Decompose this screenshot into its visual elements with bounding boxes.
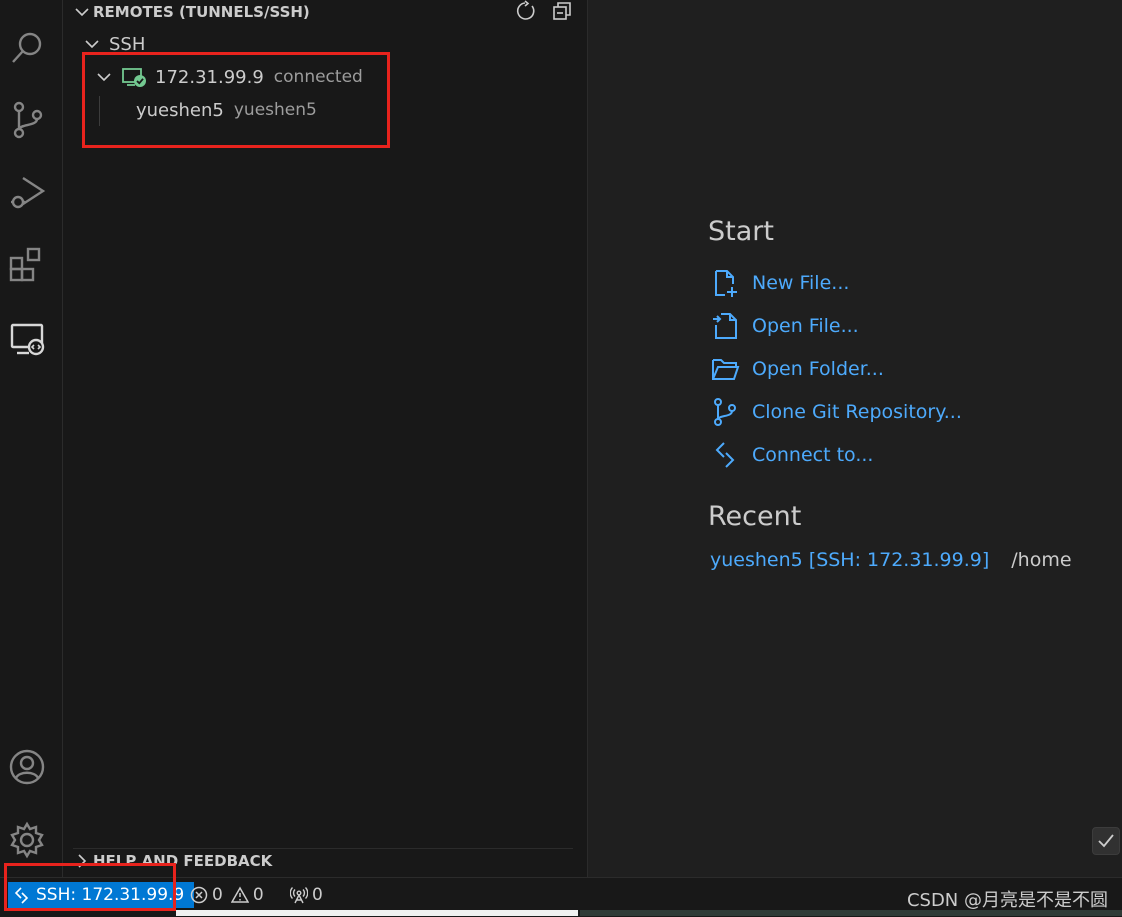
- chevron-down-icon: [75, 8, 89, 17]
- show-welcome-checkbox[interactable]: [1092, 827, 1120, 855]
- run-debug-icon[interactable]: [5, 170, 49, 214]
- connect-to-label: Connect to...: [752, 444, 874, 466]
- activity-bar: [0, 0, 63, 877]
- ssh-host-row[interactable]: 172.31.99.9 connected: [95, 61, 363, 93]
- chevron-right-icon: [78, 854, 87, 868]
- section-actions: [515, 0, 573, 22]
- ports-indicator[interactable]: 0: [290, 882, 323, 908]
- background-window-strip-dark: [580, 910, 1122, 916]
- source-control-icon: [714, 398, 736, 426]
- check-icon: [1098, 834, 1114, 848]
- folder-path: yueshen5: [233, 100, 317, 120]
- ports-count: 0: [312, 885, 323, 905]
- refresh-icon[interactable]: [515, 0, 537, 22]
- recent-heading: Recent: [708, 501, 802, 532]
- section-title: REMOTES (TUNNELS/SSH): [93, 3, 310, 21]
- problems-indicator[interactable]: 0 0: [190, 882, 264, 908]
- connect-to-link[interactable]: Connect to...: [710, 438, 873, 472]
- account-icon[interactable]: [5, 745, 49, 789]
- remote-icon: [715, 442, 735, 468]
- open-folder-link[interactable]: Open Folder...: [710, 352, 884, 386]
- new-file-link[interactable]: New File...: [710, 266, 849, 300]
- remote-label: SSH: 172.31.99.9: [36, 885, 185, 905]
- open-folder-icon: [712, 359, 740, 380]
- help-section-title: HELP AND FEEDBACK: [93, 852, 273, 870]
- recent-item: yueshen5 [SSH: 172.31.99.9] /home: [710, 549, 1072, 571]
- remote-explorer-icon[interactable]: [5, 316, 49, 360]
- manage-gear-icon[interactable]: [5, 818, 49, 862]
- open-file-link[interactable]: Open File...: [710, 309, 859, 343]
- help-section-header[interactable]: HELP AND FEEDBACK: [73, 848, 573, 873]
- warning-icon: [230, 886, 249, 903]
- remote-folder-row[interactable]: yueshen5 yueshen5: [136, 94, 317, 126]
- ssh-group-label: SSH: [109, 33, 146, 55]
- source-control-icon[interactable]: [5, 98, 49, 142]
- new-file-label: New File...: [752, 272, 850, 294]
- remotes-section-header[interactable]: REMOTES (TUNNELS/SSH): [73, 0, 310, 24]
- open-file-icon: [713, 313, 737, 339]
- open-folder-label: Open Folder...: [752, 358, 884, 380]
- folder-name: yueshen5: [136, 99, 224, 121]
- recent-path: /home: [1011, 549, 1072, 571]
- search-icon[interactable]: [5, 26, 49, 70]
- error-icon: [190, 886, 208, 904]
- background-window-strip: [176, 910, 578, 916]
- warning-count: 0: [252, 885, 264, 905]
- welcome-page: Start New File... Open File... Open Fold…: [588, 0, 1122, 877]
- tree-indent-guide: [99, 96, 100, 126]
- remote-explorer-sidebar: REMOTES (TUNNELS/SSH) SSH 172.31.99.9 co…: [63, 0, 588, 877]
- error-count: 0: [212, 885, 223, 905]
- start-heading: Start: [708, 216, 774, 247]
- ssh-group[interactable]: SSH: [83, 28, 145, 60]
- open-file-label: Open File...: [752, 315, 859, 337]
- clone-repo-link[interactable]: Clone Git Repository...: [710, 395, 962, 429]
- host-name: 172.31.99.9: [155, 66, 264, 88]
- remote-indicator[interactable]: SSH: 172.31.99.9: [8, 882, 195, 908]
- recent-link[interactable]: yueshen5 [SSH: 172.31.99.9]: [710, 549, 989, 571]
- new-file-icon: [715, 270, 737, 297]
- chevron-down-icon: [85, 40, 99, 49]
- host-status: connected: [273, 67, 363, 87]
- clone-repo-label: Clone Git Repository...: [752, 401, 962, 423]
- csdn-watermark: CSDN @月亮是不是不圆: [906, 890, 1108, 911]
- chevron-down-icon: [97, 73, 111, 82]
- extensions-icon[interactable]: [5, 242, 49, 286]
- connected-monitor-icon: [122, 68, 146, 87]
- radio-tower-icon: [290, 887, 308, 904]
- remote-icon: [14, 887, 29, 904]
- collapse-all-icon[interactable]: [551, 0, 573, 22]
